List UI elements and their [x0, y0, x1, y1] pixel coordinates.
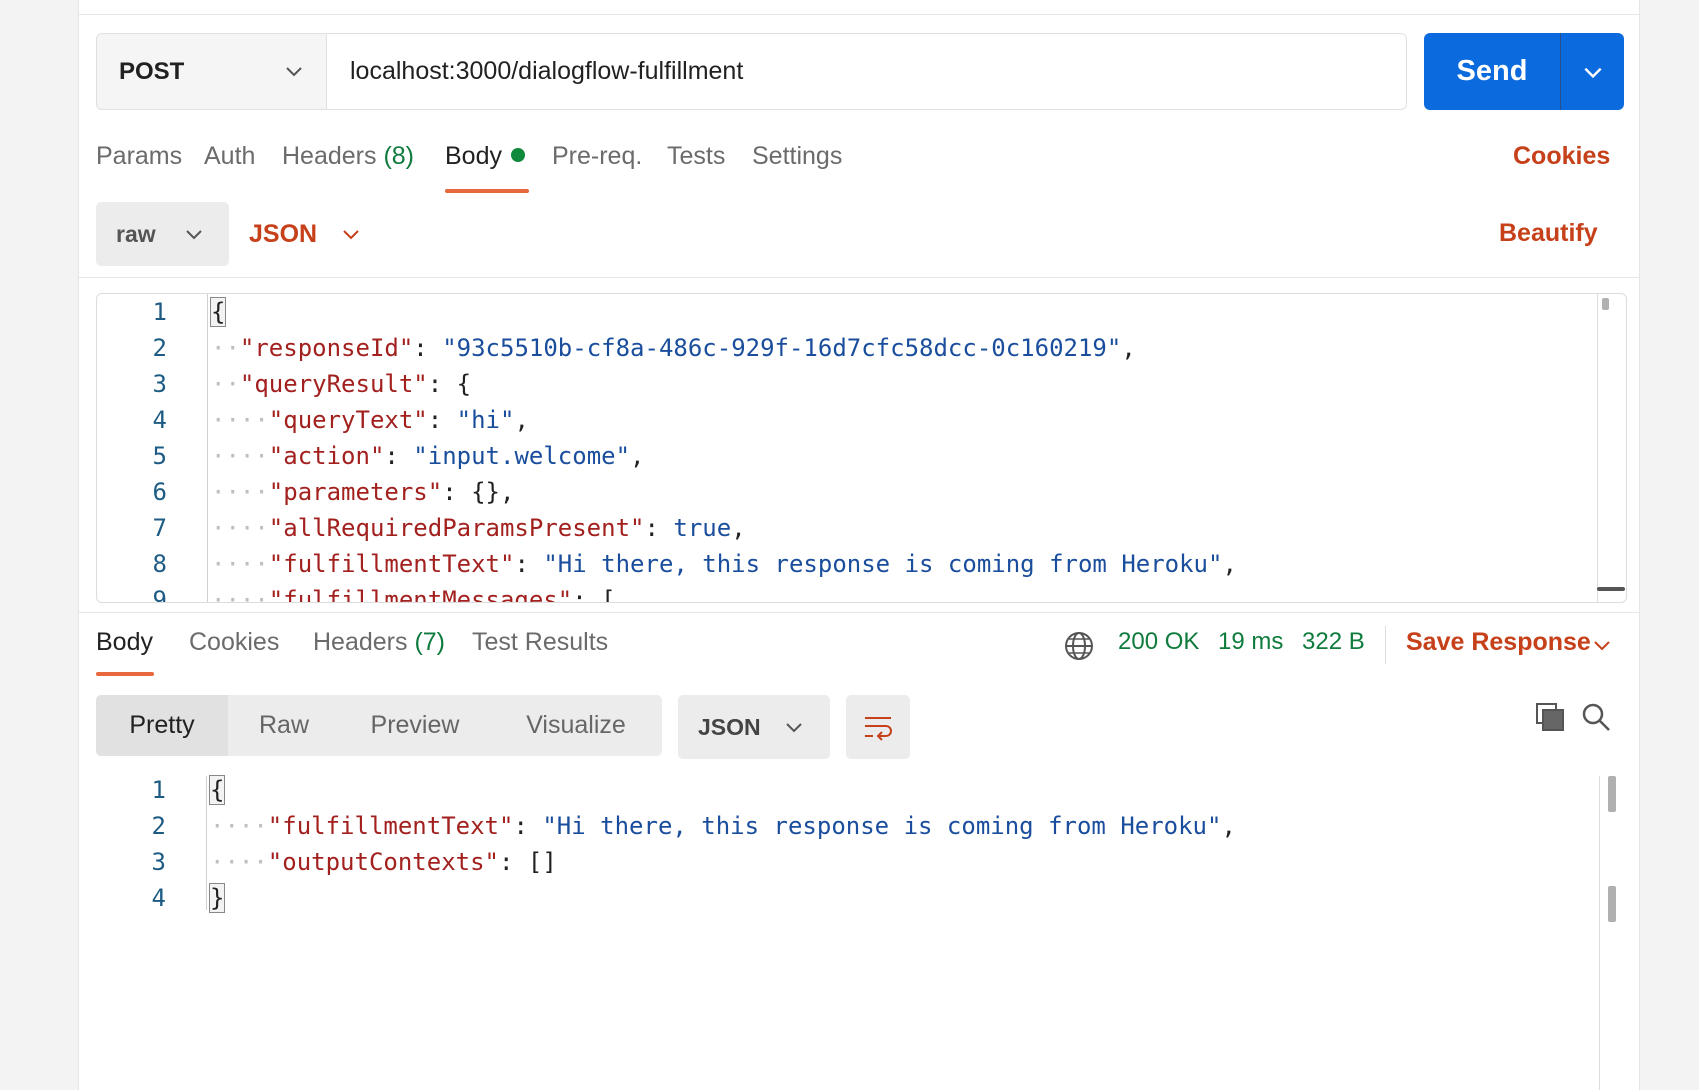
- response-line-number: 3: [151, 848, 166, 876]
- request-line-number: 1: [152, 298, 167, 326]
- chevron-down-icon: [343, 230, 359, 240]
- send-button-group: Send: [1424, 33, 1624, 110]
- response-time[interactable]: 19 ms: [1218, 628, 1283, 656]
- response-code-line: }: [208, 883, 226, 913]
- request-line-number: 8: [152, 550, 167, 578]
- tab-body[interactable]: Body: [445, 142, 525, 171]
- request-code-line: ····"action": "input.welcome",: [211, 442, 645, 470]
- body-language-label: JSON: [249, 219, 318, 248]
- response-view-segmented: Pretty Raw Preview Visualize: [96, 695, 662, 756]
- chevron-down-icon: [186, 230, 202, 240]
- request-line-number: 5: [152, 442, 167, 470]
- url-text: localhost:3000/dialogflow-fulfillment: [350, 57, 744, 85]
- method-select[interactable]: POST: [96, 33, 327, 110]
- response-code-line: ····"fulfillmentText": "Hi there, this r…: [210, 812, 1236, 840]
- chevron-down-icon: [286, 67, 302, 77]
- request-line-number: 9: [152, 586, 167, 603]
- request-line-number: 2: [152, 334, 167, 362]
- tab-body-label: Body: [445, 142, 502, 170]
- viewer-scrollbar-thumb-secondary[interactable]: [1608, 886, 1616, 922]
- response-line-number: 4: [151, 884, 166, 912]
- response-tab-test-results[interactable]: Test Results: [472, 628, 608, 657]
- editor-gutter-line: [207, 294, 208, 602]
- headers-count-badge: (8): [383, 142, 415, 170]
- request-line-number: 6: [152, 478, 167, 506]
- response-format-label: JSON: [698, 713, 761, 740]
- view-visualize[interactable]: Visualize: [490, 695, 662, 756]
- view-pretty[interactable]: Pretty: [96, 695, 228, 756]
- cookies-link[interactable]: Cookies: [1513, 142, 1610, 171]
- response-line-number: 2: [151, 812, 166, 840]
- request-code-line: ····"allRequiredParamsPresent": true,: [211, 514, 746, 542]
- top-divider: [79, 14, 1639, 15]
- request-code-line: ··"responseId": "93c5510b-cf8a-486c-929f…: [211, 334, 1136, 362]
- section-divider: [79, 277, 1639, 278]
- body-mode-label: raw: [116, 220, 156, 247]
- body-language-select[interactable]: JSON: [249, 202, 361, 266]
- response-body-viewer[interactable]: 1 {2 ····"fulfillmentText": "Hi there, thi…: [96, 775, 1625, 1090]
- request-line-number: 7: [152, 514, 167, 542]
- chevron-down-icon: [1583, 67, 1602, 78]
- url-input[interactable]: localhost:3000/dialogflow-fulfillment: [327, 33, 1407, 110]
- response-line-number: 1: [151, 776, 166, 804]
- viewer-scrollbar-track[interactable]: [1599, 776, 1600, 1090]
- request-line-number: 3: [152, 370, 167, 398]
- response-divider: [79, 612, 1639, 613]
- editor-scrollbar-thumb[interactable]: [1602, 298, 1609, 310]
- tab-tests[interactable]: Tests: [667, 142, 725, 171]
- chevron-down-icon: [786, 723, 802, 733]
- response-headers-count-badge: (7): [414, 628, 446, 656]
- viewer-gutter-line: [206, 776, 207, 910]
- send-options-button[interactable]: [1561, 33, 1624, 110]
- body-mode-select[interactable]: raw: [96, 202, 229, 266]
- search-icon: [1582, 703, 1610, 731]
- response-format-select[interactable]: JSON: [678, 695, 830, 759]
- beautify-link[interactable]: Beautify: [1499, 219, 1598, 248]
- viewer-scrollbar-thumb[interactable]: [1608, 776, 1616, 812]
- save-response-button[interactable]: Save Response: [1406, 628, 1591, 657]
- tab-headers[interactable]: Headers (8): [282, 142, 414, 171]
- request-code-line: ··"queryResult": {: [211, 370, 472, 398]
- response-code-line: {: [208, 775, 226, 805]
- status-code[interactable]: 200 OK: [1118, 628, 1199, 656]
- request-code-line: {: [209, 297, 227, 327]
- response-tab-body[interactable]: Body: [96, 628, 153, 657]
- tab-settings[interactable]: Settings: [752, 142, 842, 171]
- active-tab-underline: [445, 189, 529, 193]
- tab-headers-label: Headers: [282, 142, 377, 170]
- search-button[interactable]: [1579, 700, 1613, 734]
- view-preview[interactable]: Preview: [340, 695, 490, 756]
- response-tab-headers[interactable]: Headers (7): [313, 628, 445, 657]
- response-tab-cookies[interactable]: Cookies: [189, 628, 279, 657]
- view-raw[interactable]: Raw: [228, 695, 340, 756]
- body-indicator-dot: [510, 148, 525, 162]
- editor-resize-handle[interactable]: [1597, 587, 1625, 591]
- tab-prereq[interactable]: Pre-req.: [552, 142, 642, 171]
- wrap-lines-button[interactable]: [846, 695, 910, 759]
- tab-params[interactable]: Params: [96, 142, 182, 171]
- response-code-line: ····"outputContexts": []: [210, 848, 557, 876]
- request-line-number: 4: [152, 406, 167, 434]
- wrap-lines-icon: [865, 717, 892, 741]
- request-body-editor[interactable]: 1 {2 ··"responseId": "93c5510b-cf8a-486c-9…: [96, 293, 1627, 603]
- response-active-tab-underline: [96, 672, 154, 676]
- send-button[interactable]: Send: [1424, 33, 1560, 110]
- method-label: POST: [119, 57, 185, 85]
- copy-icon: [1536, 703, 1564, 731]
- globe-icon[interactable]: [1063, 630, 1095, 662]
- request-code-line: ····"fulfillmentMessages": [: [211, 586, 616, 603]
- tab-auth[interactable]: Auth: [204, 142, 255, 171]
- chevron-down-icon[interactable]: [1592, 635, 1612, 655]
- postman-panel: POST localhost:3000/dialogflow-fulfillme…: [78, 0, 1640, 1090]
- request-code-line: ····"fulfillmentText": "Hi there, this r…: [211, 550, 1237, 578]
- response-tab-headers-label: Headers: [313, 628, 408, 656]
- editor-scrollbar-track[interactable]: [1597, 294, 1598, 602]
- copy-button[interactable]: [1533, 700, 1567, 734]
- status-separator: [1385, 626, 1386, 664]
- request-code-line: ····"parameters": {},: [211, 478, 515, 506]
- request-code-line: ····"queryText": "hi",: [211, 406, 529, 434]
- response-size[interactable]: 322 B: [1302, 628, 1365, 656]
